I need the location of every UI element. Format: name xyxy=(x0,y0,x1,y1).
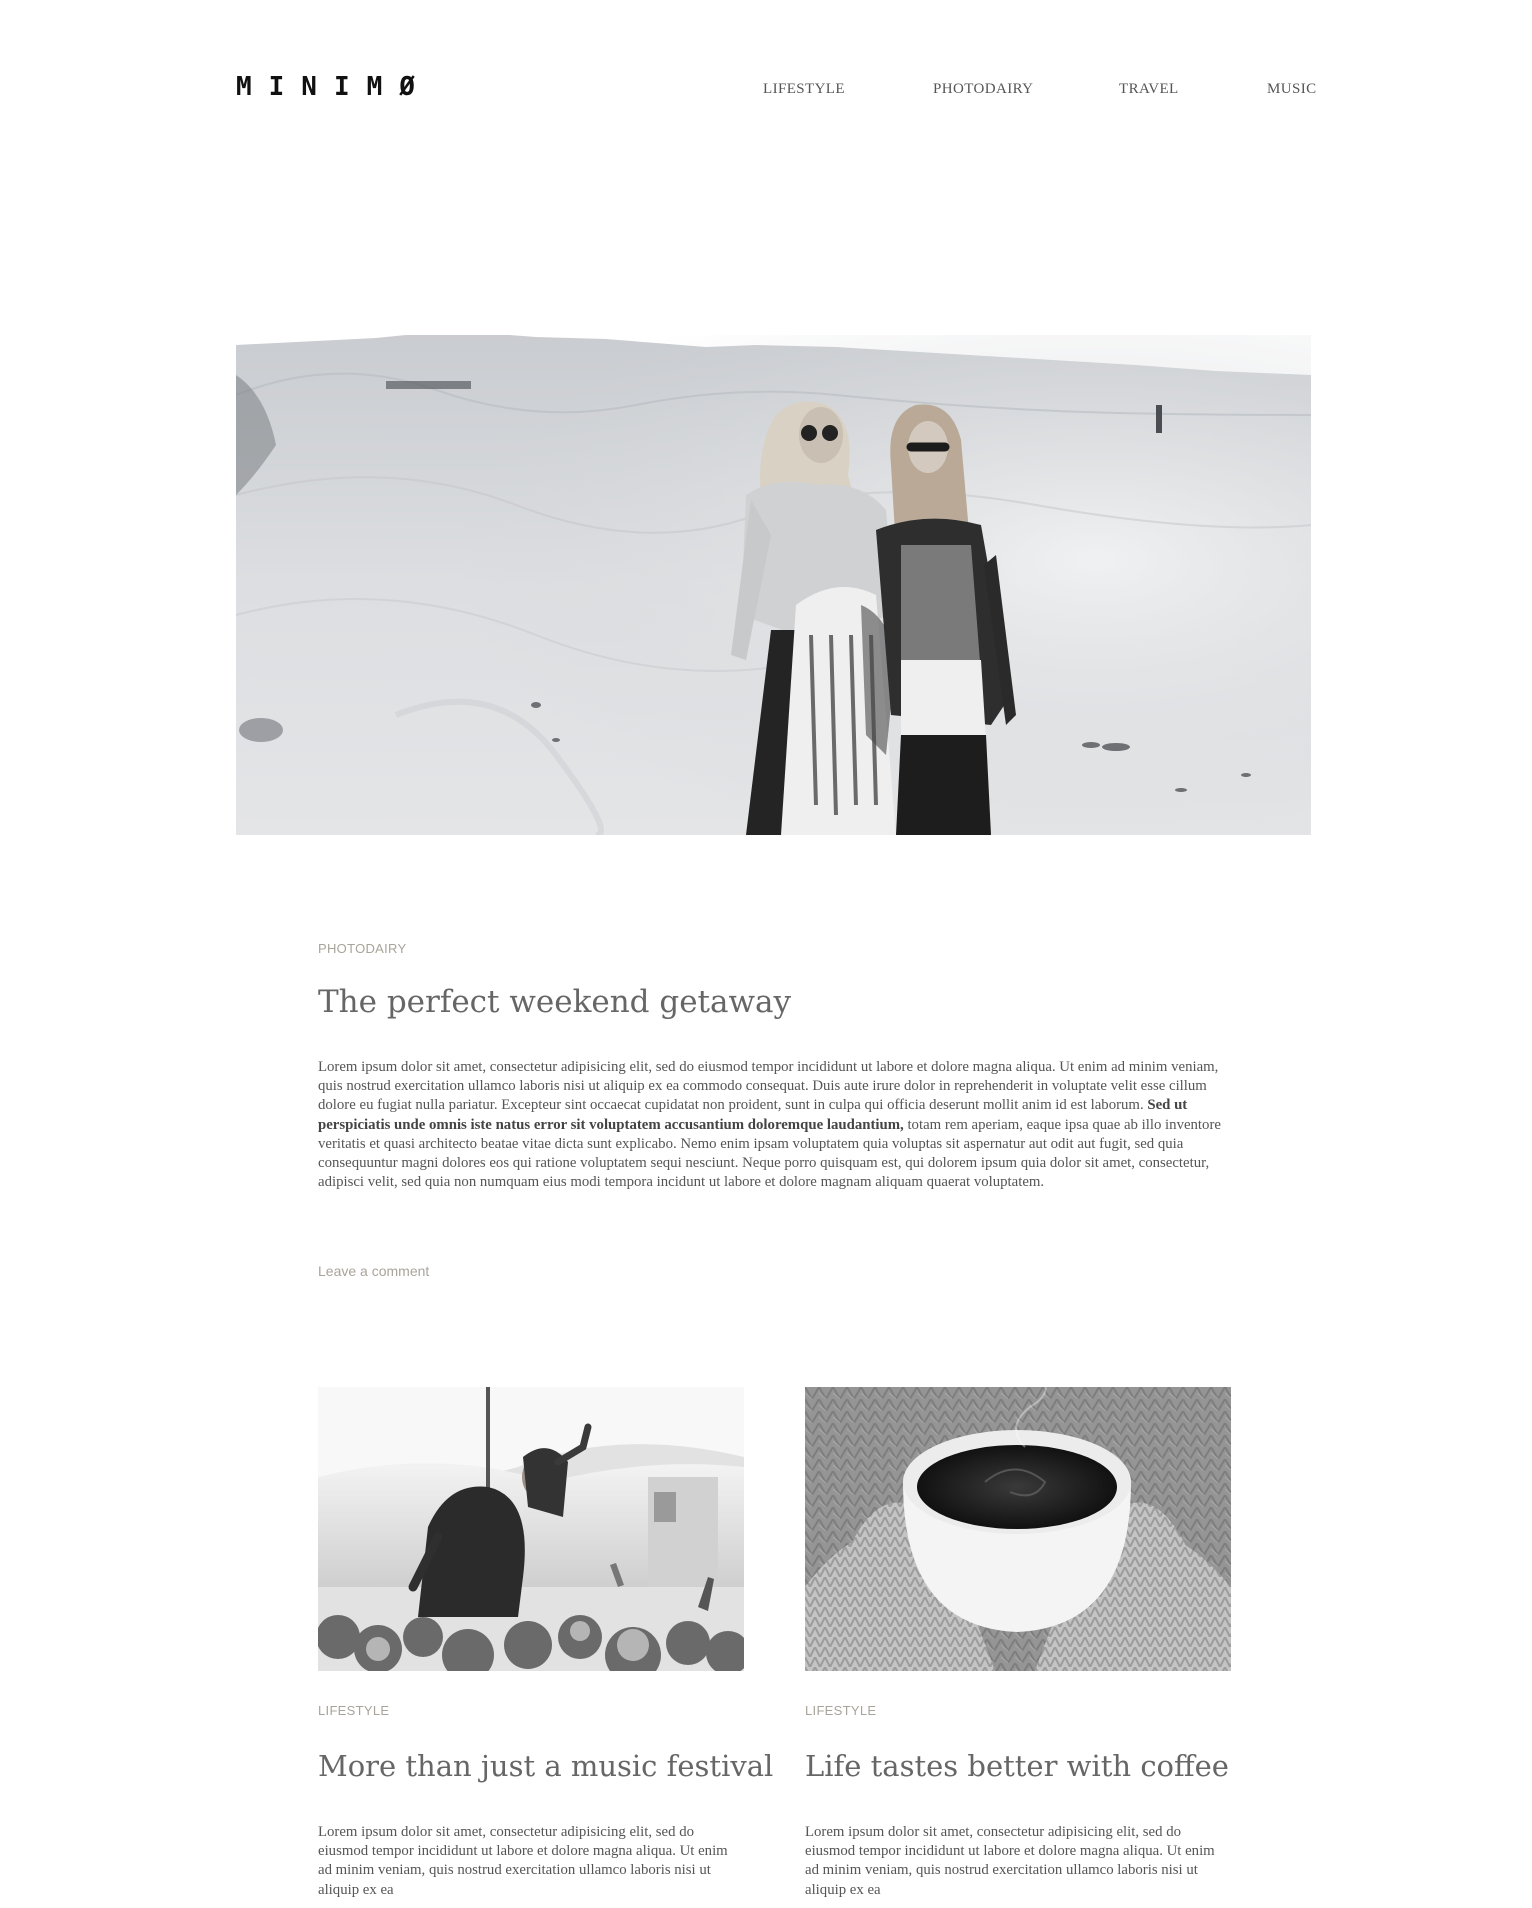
featured-body-text: Lorem ipsum dolor sit amet, consectetur … xyxy=(318,1059,1219,1114)
card-1-excerpt: Lorem ipsum dolor sit amet, consectetur … xyxy=(318,1824,728,1898)
leave-comment-link[interactable]: Leave a comment xyxy=(318,1263,429,1279)
featured-post-title[interactable]: The perfect weekend getaway xyxy=(318,984,791,1020)
nav-item-music[interactable]: MUSIC xyxy=(1267,81,1317,98)
nav-item-travel[interactable]: TRAVEL xyxy=(1119,81,1179,98)
card-image-coffee[interactable] xyxy=(805,1387,1231,1671)
featured-post-body: Lorem ipsum dolor sit amet, consectetur … xyxy=(318,1058,1231,1192)
card-1-title[interactable]: More than just a music festival xyxy=(318,1749,773,1783)
featured-post-image[interactable] xyxy=(236,335,1311,835)
nav-item-lifestyle[interactable]: LIFESTYLE xyxy=(763,81,845,98)
site-header: MINIMØ LIFESTYLE PHOTODAIRY TRAVEL MUSIC xyxy=(0,0,1532,180)
card-2-excerpt: Lorem ipsum dolor sit amet, consectetur … xyxy=(805,1824,1215,1898)
card-2-category[interactable]: LIFESTYLE xyxy=(805,1703,876,1718)
card-1-category[interactable]: LIFESTYLE xyxy=(318,1703,389,1718)
card-2-title[interactable]: Life tastes better with coffee xyxy=(805,1749,1229,1783)
featured-post-category[interactable]: PHOTODAIRY xyxy=(318,941,406,956)
site-logo[interactable]: MINIMØ xyxy=(236,72,432,102)
nav-item-photodairy[interactable]: PHOTODAIRY xyxy=(933,81,1033,98)
card-image-music-festival[interactable] xyxy=(318,1387,744,1671)
